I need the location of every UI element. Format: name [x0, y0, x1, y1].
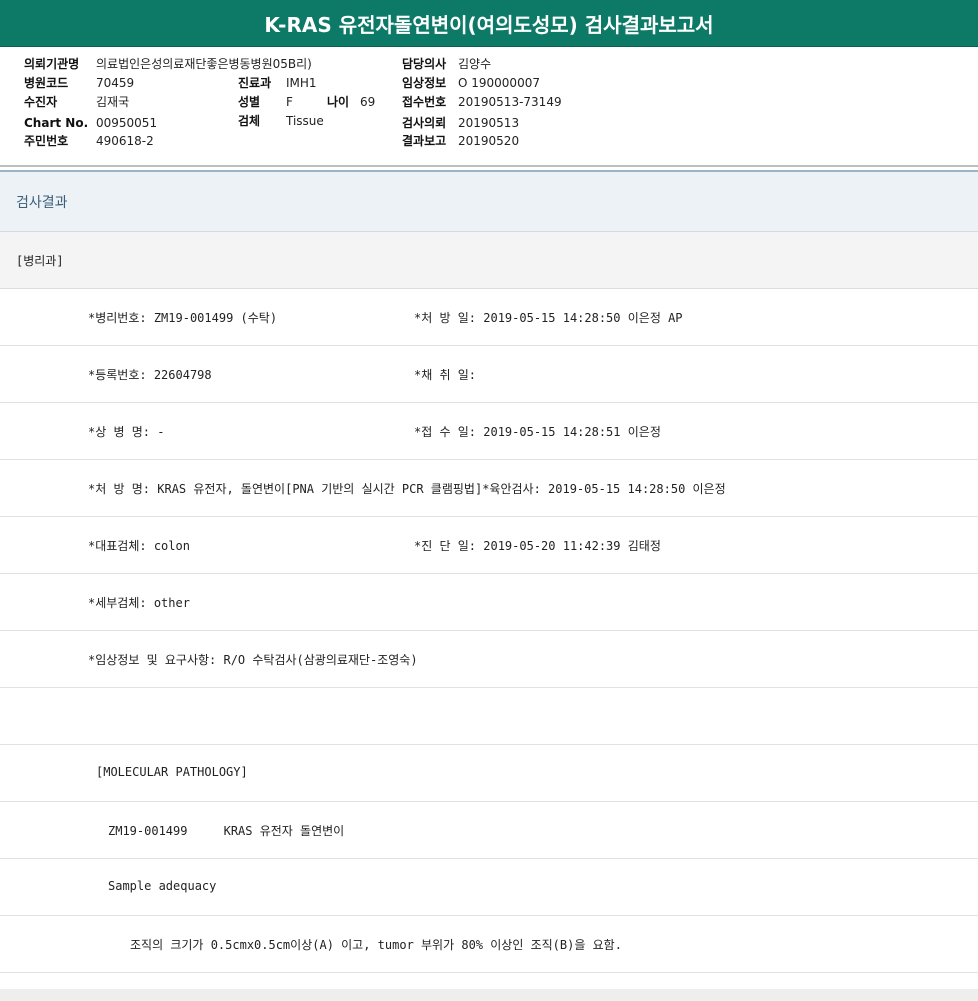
disease-name: *상 병 명: - — [88, 425, 165, 439]
result-row: *병리번호: ZM19-001499 (수탁) *처 방 일: 2019-05-… — [0, 289, 978, 346]
doctor-value: 김양수 — [458, 57, 492, 71]
result-report-value: 20190520 — [458, 134, 520, 148]
molecular-pathology-header: [MOLECULAR PATHOLOGY] — [96, 765, 248, 779]
test-request-label: 검사의뢰 — [402, 116, 447, 130]
result-row: *등록번호: 22604798 *채 취 일: — [0, 346, 978, 403]
requesting-org-value: 의료법인은성의료재단좋은병동병원05B리) — [96, 57, 312, 71]
hospital-code-label: 병원코드 — [24, 76, 69, 90]
sample-adequacy-heading: Sample adequacy — [108, 879, 217, 893]
doctor-label: 담당의사 — [402, 57, 447, 71]
report-title: K-RAS 유전자돌연변이(여의도성모) 검사결과보고서 — [0, 0, 978, 47]
sex-value: F — [286, 95, 293, 109]
patient-value: 김재국 — [96, 95, 130, 109]
result-section-title: 검사결과 — [16, 195, 68, 211]
result-row: 조직의 크기가 0.5cmx0.5cm이상(A) 이고, tumor 부위가 8… — [0, 916, 978, 973]
prescription-name: *처 방 명: KRAS 유전자, 돌연변이[PNA 기반의 실시간 PCR 클… — [88, 482, 726, 496]
test-request-value: 20190513 — [458, 116, 520, 130]
registration-number: *등록번호: 22604798 — [88, 368, 212, 382]
department-header: [병리과] — [0, 232, 978, 289]
clinical-request: *임상정보 및 요구사항: R/O 수탁검사(삼광의료재단-조영숙) — [88, 653, 418, 667]
chart-no-label: Chart No. — [24, 116, 89, 130]
pathology-number: *병리번호: ZM19-001499 (수탁) — [88, 311, 278, 325]
sample-adequacy-note: 조직의 크기가 0.5cmx0.5cm이상(A) 이고, tumor 부위가 8… — [130, 938, 622, 952]
sex-label: 성별 — [238, 95, 261, 109]
department-value: IMH1 — [286, 76, 317, 90]
age-value: 69 — [360, 95, 376, 109]
result-row: *세부검체: other — [0, 574, 978, 631]
clinical-info-value: O 190000007 — [458, 76, 540, 90]
age-label: 나이 — [327, 95, 350, 109]
prescription-date: *처 방 일: 2019-05-15 14:28:50 이은정 AP — [414, 311, 683, 325]
department-label: 진료과 — [238, 76, 272, 90]
requesting-org-label: 의뢰기관명 — [24, 57, 80, 71]
header-divider — [0, 165, 978, 167]
receipt-no-value: 20190513-73149 — [458, 95, 562, 109]
test-identifier: ZM19-001499 KRAS 유전자 돌연변이 — [108, 824, 345, 838]
patient-label: 수진자 — [24, 95, 58, 109]
receipt-date: *접 수 일: 2019-05-15 14:28:51 이은정 — [414, 425, 661, 439]
result-row: *대표검체: colon *진 단 일: 2019-05-20 11:42:39… — [0, 517, 978, 574]
footer-strip — [0, 989, 978, 1001]
result-report-label: 결과보고 — [402, 134, 447, 148]
chart-no-value: 00950051 — [96, 116, 158, 130]
hospital-code-value: 70459 — [96, 76, 135, 90]
result-row: ZM19-001499 KRAS 유전자 돌연변이 — [0, 802, 978, 859]
result-row: *처 방 명: KRAS 유전자, 돌연변이[PNA 기반의 실시간 PCR 클… — [0, 460, 978, 517]
report-header-info: 의뢰기관명 의료법인은성의료재단좋은병동병원05B리) 병원코드 70459 수… — [0, 47, 978, 167]
resident-no-label: 주민번호 — [24, 134, 69, 148]
result-row: *상 병 명: - *접 수 일: 2019-05-15 14:28:51 이은… — [0, 403, 978, 460]
result-section-header: 검사결과 — [0, 172, 978, 232]
department-title: [병리과] — [16, 254, 64, 268]
clinical-info-label: 임상정보 — [402, 76, 447, 90]
sub-specimen: *세부검체: other — [88, 596, 190, 610]
receipt-no-label: 접수번호 — [402, 95, 447, 109]
result-row: [MOLECULAR PATHOLOGY] — [0, 745, 978, 802]
resident-no-value: 490618-2 — [96, 134, 154, 148]
diagnosis-date: *진 단 일: 2019-05-20 11:42:39 김태정 — [414, 539, 661, 553]
result-row: *임상정보 및 요구사항: R/O 수탁검사(삼광의료재단-조영숙) — [0, 631, 978, 688]
empty-row — [0, 688, 978, 745]
result-row: Sample adequacy — [0, 859, 978, 916]
main-specimen: *대표검체: colon — [88, 539, 190, 553]
collection-date: *채 취 일: — [414, 368, 477, 382]
specimen-label: 검체 — [238, 114, 261, 128]
specimen-value: Tissue — [286, 114, 324, 128]
